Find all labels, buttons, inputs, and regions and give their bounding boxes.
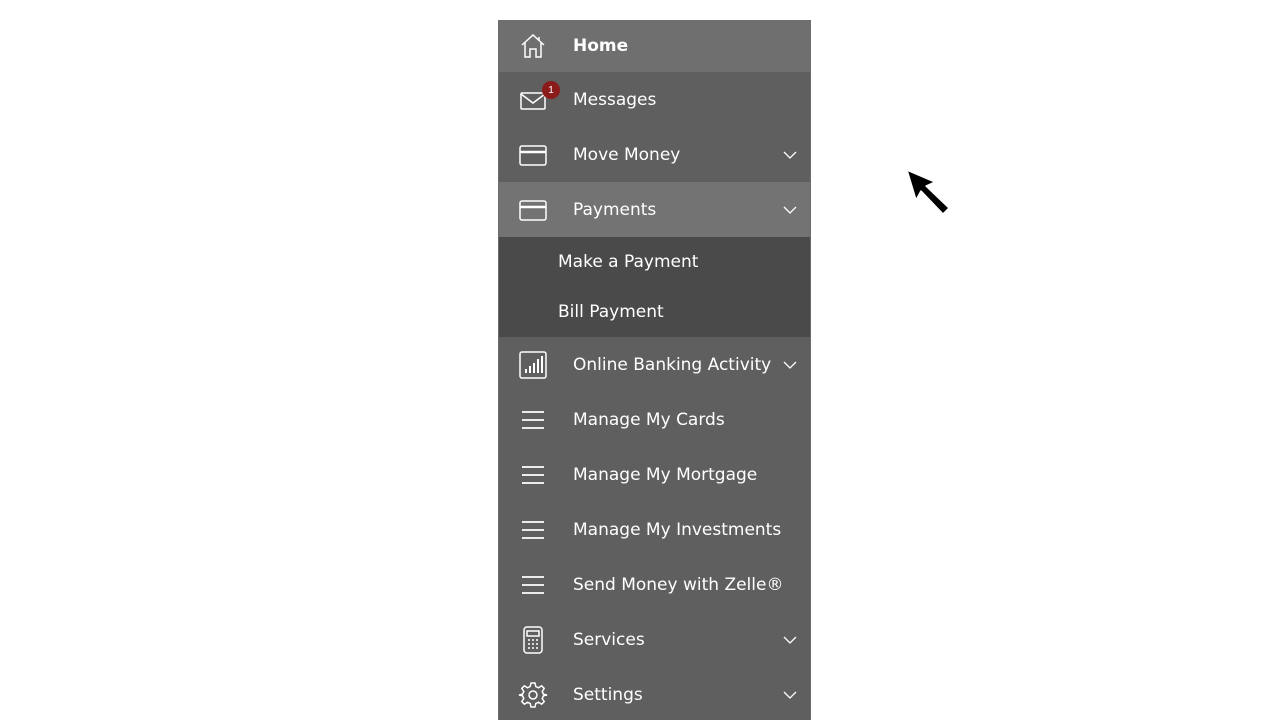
nav-item-label: Send Money with Zelle® — [573, 574, 784, 595]
nav-item-label: Move Money — [573, 144, 681, 165]
menu-icon — [518, 515, 548, 545]
chevron-down-icon[interactable] — [782, 357, 798, 373]
menu-icon — [518, 570, 548, 600]
chevron-down-icon[interactable] — [782, 202, 798, 218]
chevron-down-icon[interactable] — [782, 687, 798, 703]
mouse-pointer-icon — [906, 169, 950, 215]
chevron-down-icon[interactable] — [782, 147, 798, 163]
card-icon — [518, 195, 548, 225]
nav-item-manage-my-cards[interactable]: Manage My Cards — [499, 392, 810, 447]
nav-item-payments[interactable]: Payments — [499, 182, 810, 237]
gear-icon — [518, 680, 548, 710]
nav-item-online-banking-activity[interactable]: Online Banking Activity — [499, 337, 810, 392]
nav-item-label: Manage My Mortgage — [573, 464, 758, 485]
menu-icon — [518, 460, 548, 490]
nav-item-label: Messages — [573, 89, 657, 110]
submenu-item-make-a-payment[interactable]: Make a Payment — [499, 237, 810, 287]
unread-count-badge: 1 — [542, 81, 560, 99]
nav-item-settings[interactable]: Settings — [499, 667, 810, 722]
nav-item-label: Online Banking Activity — [573, 354, 772, 375]
nav-item-manage-my-mortgage[interactable]: Manage My Mortgage — [499, 447, 810, 502]
nav-item-move-money[interactable]: Move Money — [499, 127, 810, 182]
nav-item-label: Manage My Investments — [573, 519, 782, 540]
nav-item-label: Settings — [573, 684, 643, 705]
side-navigation: Home 1 Messages Move Money Payments Make… — [498, 20, 811, 720]
nav-item-label: Manage My Cards — [573, 409, 725, 430]
nav-item-label: Home — [573, 36, 629, 56]
nav-item-services[interactable]: Services — [499, 612, 810, 667]
submenu-item-bill-payment[interactable]: Bill Payment — [499, 287, 810, 337]
nav-item-messages[interactable]: 1 Messages — [499, 72, 810, 127]
nav-item-manage-my-investments[interactable]: Manage My Investments — [499, 502, 810, 557]
card-icon — [518, 140, 548, 170]
submenu-item-label: Bill Payment — [558, 302, 664, 322]
submenu-item-label: Make a Payment — [558, 252, 699, 272]
nav-item-home[interactable]: Home — [499, 20, 810, 72]
nav-item-label: Payments — [573, 199, 657, 220]
nav-item-send-money-with-zelle[interactable]: Send Money with Zelle® — [499, 557, 810, 612]
bar-chart-icon — [518, 350, 548, 380]
nav-item-label: Services — [573, 629, 645, 650]
menu-icon — [518, 405, 548, 435]
payments-submenu: Make a Payment Bill Payment — [499, 237, 810, 337]
calculator-icon — [518, 625, 548, 655]
chevron-down-icon[interactable] — [782, 632, 798, 648]
home-icon — [518, 31, 548, 61]
